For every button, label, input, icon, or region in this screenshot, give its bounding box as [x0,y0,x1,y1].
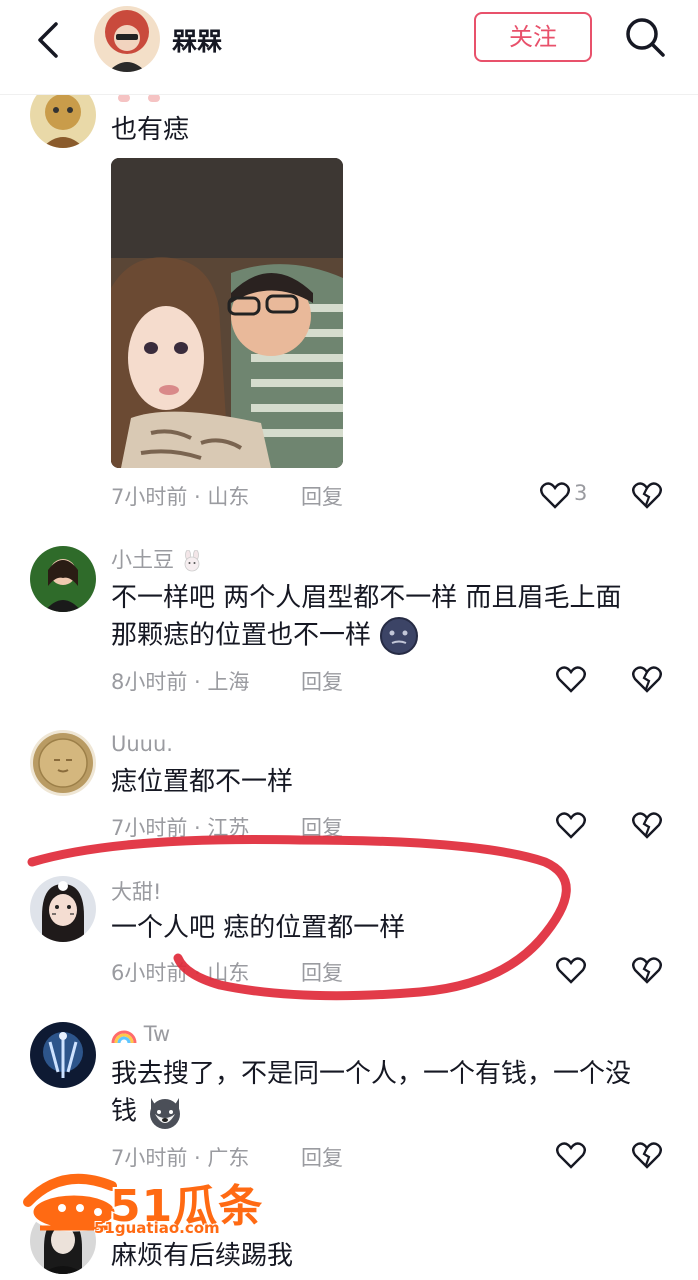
commenter-avatar[interactable] [30,730,96,796]
top-bar: 槑槑 关注 [0,0,698,95]
broken-heart-icon[interactable] [632,811,662,839]
follow-button[interactable]: 关注 [474,12,592,62]
commenter-avatar[interactable] [30,546,96,612]
commenter-avatar[interactable] [30,876,96,942]
broken-heart-icon[interactable] [632,481,662,509]
rainbow-icon [111,1030,137,1044]
moon-face-emoji [380,617,419,655]
comment-text: 痣位置都不一样 [111,767,294,797]
comment-text: 麻烦有后续踢我 [111,1241,294,1271]
watermark-url: 51guatiao.com [94,1219,220,1237]
comment-text: 也有痣 [111,115,190,145]
comment-text-line: 不一样吧 两个人眉型都不一样 而且眉毛上面 [111,583,622,613]
broken-heart-icon[interactable] [632,956,662,984]
reply-button[interactable]: 回复 [301,481,343,511]
commenter-name-text: 小土豆 [111,548,174,572]
reply-button[interactable]: 回复 [301,666,343,696]
partial-emoji [118,94,160,102]
reply-button[interactable]: 回复 [301,812,343,842]
heart-icon[interactable] [556,811,586,839]
comment-image[interactable] [111,158,343,468]
comment-text: 不一样吧 两个人眉型都不一样 而且眉毛上面 那颗痣的位置也不一样 [111,580,681,656]
husky-emoji [150,1098,181,1129]
commenter-avatar[interactable] [30,1022,96,1088]
commenter-name-text: Tw [143,1022,171,1046]
search-icon[interactable] [622,14,668,60]
back-icon[interactable] [30,20,70,60]
broken-heart-icon[interactable] [632,1141,662,1169]
comment-meta: 7小时前 · 山东 [111,485,250,509]
comment-text-line: 钱 [111,1092,681,1132]
author-name[interactable]: 槑槑 [172,22,222,58]
broken-heart-icon[interactable] [632,665,662,693]
comment-meta: 6小时前 · 山东 [111,961,250,985]
reply-button[interactable]: 回复 [301,957,343,987]
comment-text-line-content: 那颗痣的位置也不一样 [111,620,372,651]
comment-text-line-content: 钱 [111,1096,138,1127]
author-avatar[interactable] [94,6,160,72]
comment-meta: 8小时前 · 上海 [111,670,250,694]
comment-text-line: 我去搜了，不是同一个人，一个有钱，一个没 [111,1059,632,1089]
comment-text-line: 那颗痣的位置也不一样 [111,616,681,656]
heart-icon[interactable] [556,1141,586,1169]
commenter-name: Uuuu. [111,732,173,756]
commenter-name: 大甜! [111,880,162,904]
commenter-name: 小土豆 [111,544,203,574]
heart-icon[interactable] [540,481,570,509]
heart-icon[interactable] [556,956,586,984]
like-count: 3 [574,481,588,505]
comment-text: 我去搜了，不是同一个人，一个有钱，一个没 钱 [111,1056,681,1132]
commenter-name: Tw [111,1022,170,1046]
rabbit-icon [184,550,200,572]
comment-text: 一个人吧 痣的位置都一样 [111,913,406,943]
heart-icon[interactable] [556,665,586,693]
comment-meta: 7小时前 · 江苏 [111,816,250,840]
reply-button[interactable]: 回复 [301,1142,343,1172]
